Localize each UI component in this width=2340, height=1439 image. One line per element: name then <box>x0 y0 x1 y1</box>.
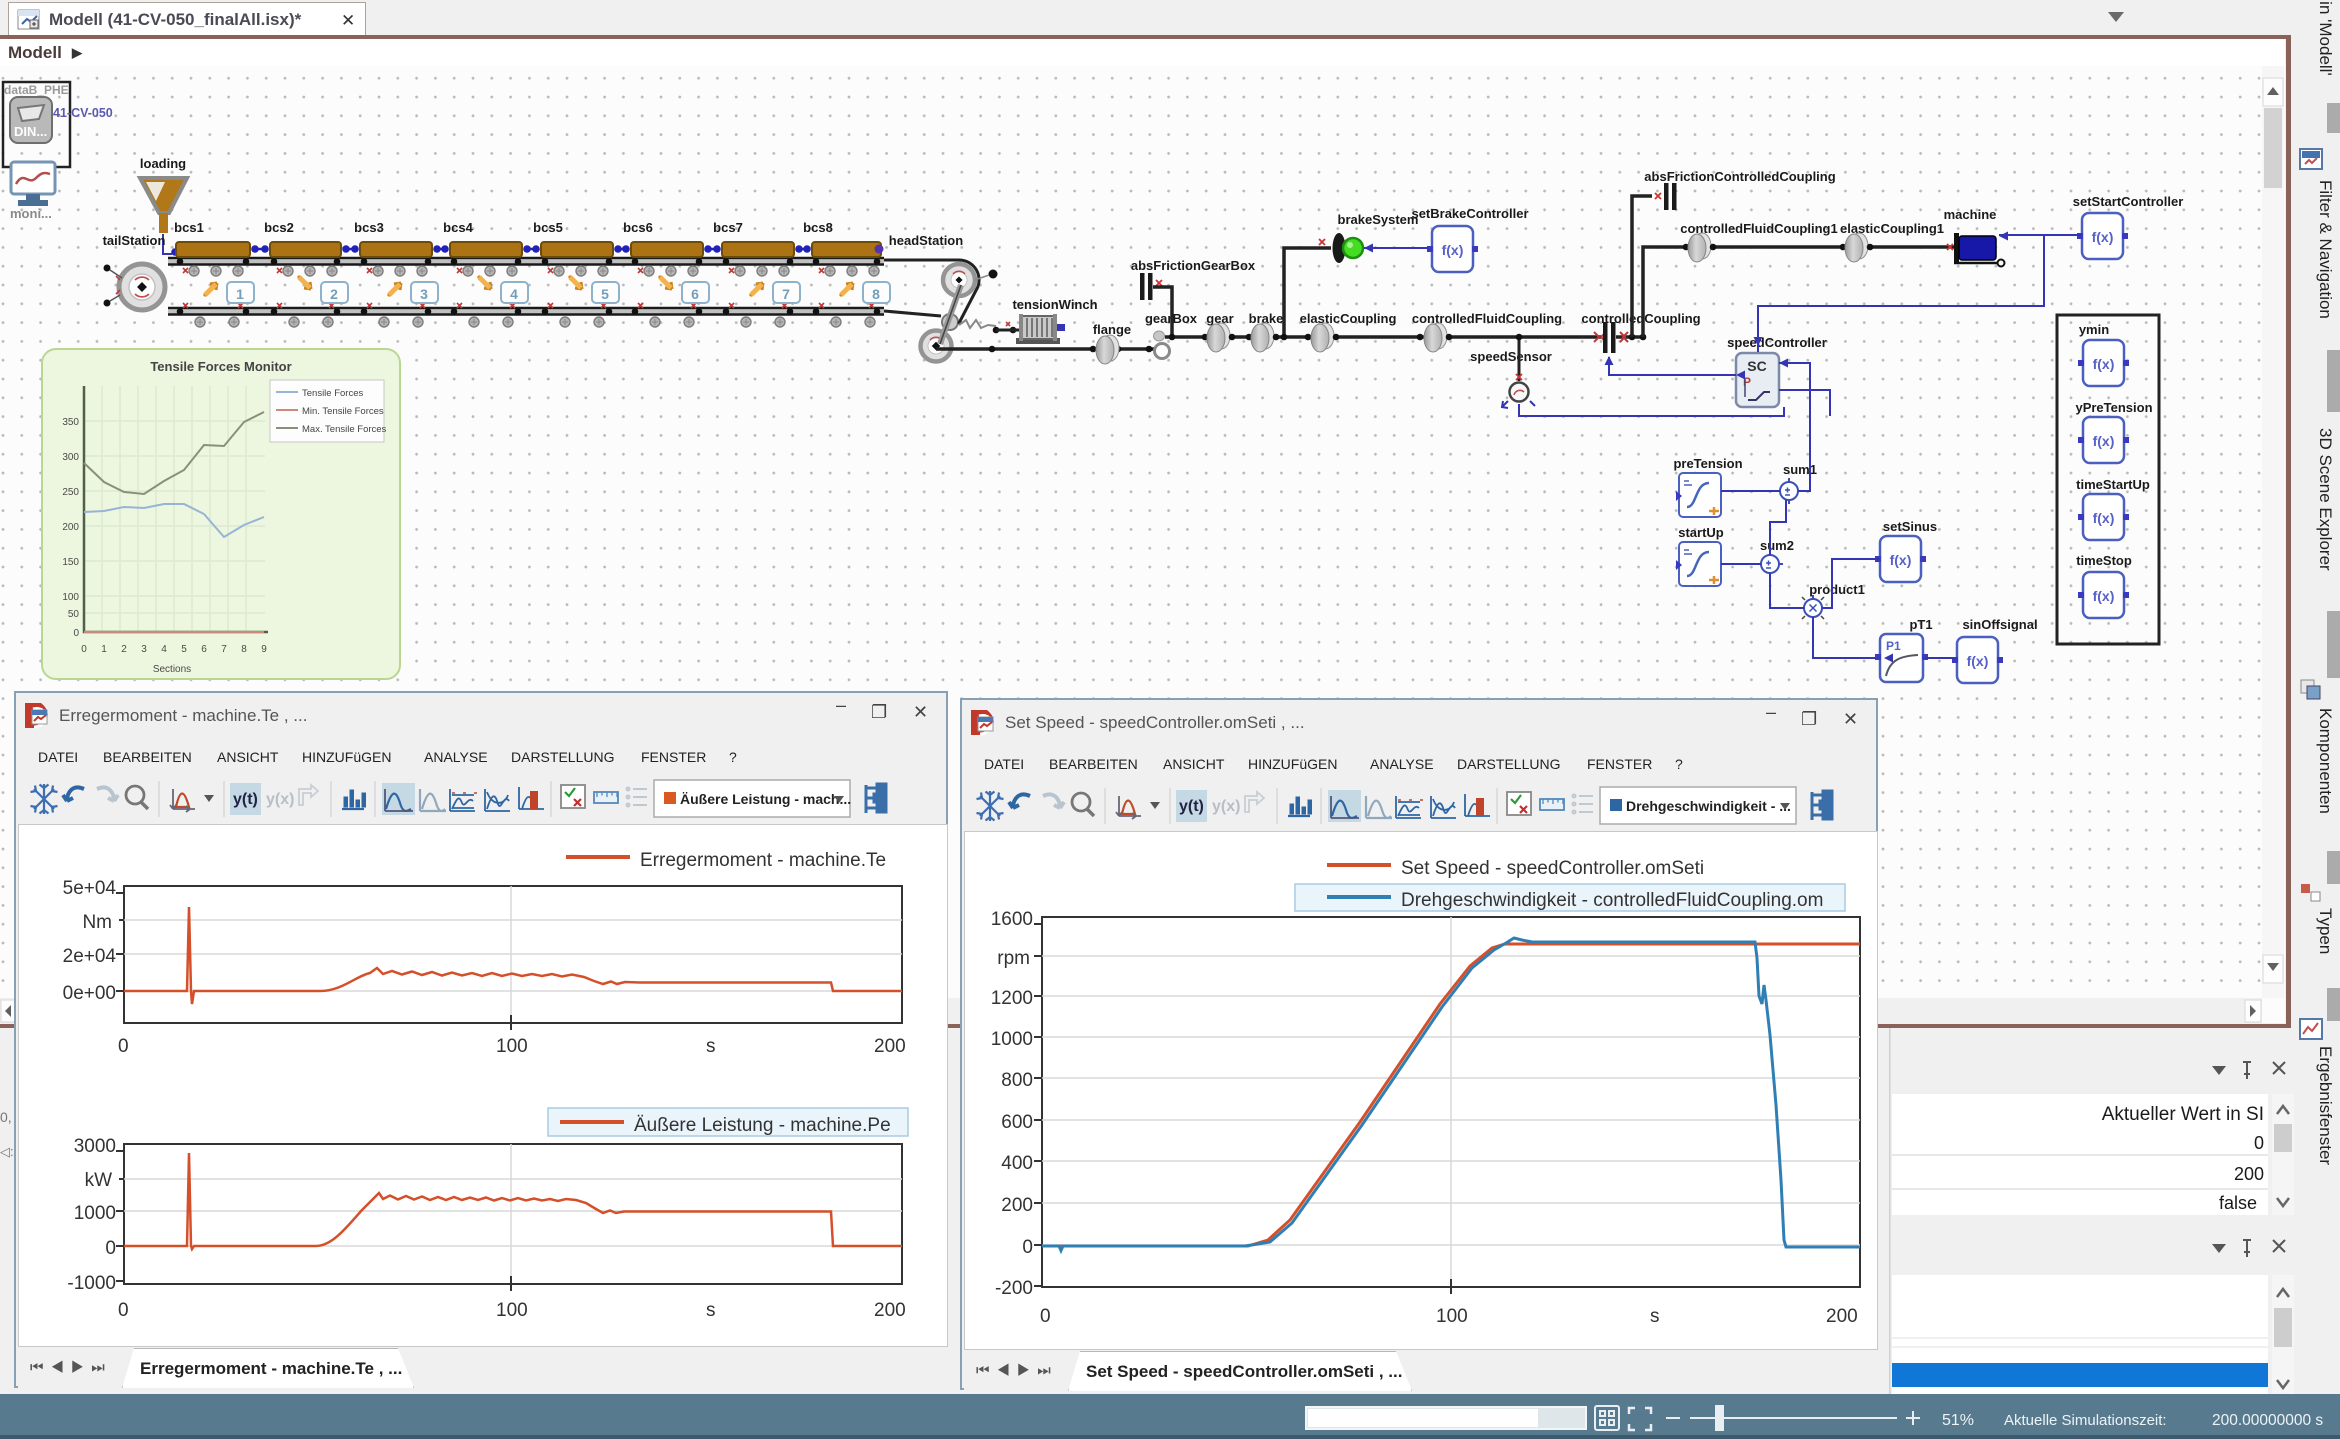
svg-text:2: 2 <box>121 644 127 655</box>
svg-text:bcs1: bcs1 <box>174 220 204 235</box>
svg-text:51%: 51% <box>1942 1412 1974 1429</box>
svg-text:DIN...: DIN... <box>14 124 47 139</box>
svg-text:ymin: ymin <box>2079 322 2109 337</box>
svg-text:absFrictionControlledCoupling: absFrictionControlledCoupling <box>1644 169 1835 184</box>
svg-text:speedController: speedController <box>1727 335 1827 350</box>
svg-text:moni...: moni... <box>10 206 52 221</box>
svg-text:sum1: sum1 <box>1783 462 1817 477</box>
svg-text:bcs5: bcs5 <box>533 220 563 235</box>
svg-text:Aktuelle Simulationszeit:: Aktuelle Simulationszeit: <box>2004 1412 2167 1429</box>
svg-text:200: 200 <box>62 522 79 533</box>
svg-text:Tensile Forces Monitor: Tensile Forces Monitor <box>150 359 291 374</box>
svg-text:timeStartUp: timeStartUp <box>2076 477 2150 492</box>
svg-text:controlledCoupling: controlledCoupling <box>1581 311 1700 326</box>
svg-text:loading: loading <box>140 156 186 171</box>
svg-text:0: 0 <box>73 628 79 639</box>
svg-text:bcs8: bcs8 <box>803 220 833 235</box>
svg-text:3: 3 <box>141 644 147 655</box>
svg-text:0: 0 <box>81 644 87 655</box>
svg-text:Max. Tensile Forces: Max. Tensile Forces <box>302 424 387 435</box>
svg-text:timeStop: timeStop <box>2076 553 2132 568</box>
svg-text:Aktueller Wert in SI: Aktueller Wert in SI <box>2102 1104 2264 1125</box>
svg-text:P1: P1 <box>1886 639 1901 653</box>
svg-text:SC: SC <box>1747 358 1766 374</box>
svg-text:◁:: ◁: <box>0 1144 14 1159</box>
svg-text:tailStation: tailStation <box>103 233 166 248</box>
svg-text:0,: 0, <box>0 1109 12 1125</box>
svg-text:8: 8 <box>241 644 247 655</box>
svg-text:false: false <box>2219 1193 2257 1213</box>
svg-text:preTension: preTension <box>1673 456 1742 471</box>
svg-text:9: 9 <box>261 644 267 655</box>
svg-text:Sections: Sections <box>153 664 191 675</box>
svg-text:pT1: pT1 <box>1909 617 1932 632</box>
svg-text:3: 3 <box>420 286 428 302</box>
svg-text:300: 300 <box>62 452 79 463</box>
svg-text:headStation: headStation <box>889 233 963 248</box>
svg-text:Drehgeschwindigkeit - ...: Drehgeschwindigkeit - ... <box>1626 798 1791 814</box>
svg-text:250: 250 <box>62 487 79 498</box>
svg-text:Äußere Leistung - mach...: Äußere Leistung - mach... <box>680 791 851 807</box>
svg-text:setStartController: setStartController <box>2073 194 2184 209</box>
svg-text:5: 5 <box>601 286 609 302</box>
svg-text:flange: flange <box>1093 322 1131 337</box>
svg-text:Min. Tensile Forces: Min. Tensile Forces <box>302 406 384 417</box>
svg-text:350: 350 <box>62 417 79 428</box>
svg-text:startUp: startUp <box>1678 525 1724 540</box>
svg-text:dataB_PHE: dataB_PHE <box>4 83 69 97</box>
svg-text:speedSensor: speedSensor <box>1470 349 1552 364</box>
svg-text:bcs2: bcs2 <box>264 220 294 235</box>
svg-text:4: 4 <box>161 644 167 655</box>
svg-text:4: 4 <box>510 286 518 302</box>
svg-text:2: 2 <box>330 286 338 302</box>
svg-text:100: 100 <box>62 592 79 603</box>
svg-text:setBrakeController: setBrakeController <box>1411 206 1528 221</box>
svg-text:product1: product1 <box>1809 582 1865 597</box>
svg-text:6: 6 <box>201 644 207 655</box>
svg-text:41-CV-050: 41-CV-050 <box>53 106 113 120</box>
svg-text:Tensile Forces: Tensile Forces <box>302 388 363 399</box>
svg-text:absFrictionGearBox: absFrictionGearBox <box>1131 258 1256 273</box>
svg-text:1: 1 <box>101 644 107 655</box>
svg-text:yPreTension: yPreTension <box>2075 400 2152 415</box>
svg-text:0: 0 <box>2254 1133 2264 1153</box>
svg-text:bcs6: bcs6 <box>623 220 653 235</box>
svg-text:50: 50 <box>68 609 80 620</box>
svg-text:tensionWinch: tensionWinch <box>1012 297 1097 312</box>
svg-text:bcs3: bcs3 <box>354 220 384 235</box>
svg-text:brakeSystem: brakeSystem <box>1338 212 1419 227</box>
svg-text:1: 1 <box>236 286 244 302</box>
svg-text:sum2: sum2 <box>1760 538 1794 553</box>
svg-text:200: 200 <box>2234 1164 2264 1184</box>
svg-text:7: 7 <box>782 286 790 302</box>
svg-text:sinOffsignal: sinOffsignal <box>1962 617 2037 632</box>
svg-text:elasticCoupling: elasticCoupling <box>1300 311 1397 326</box>
svg-text:6: 6 <box>691 286 699 302</box>
svg-text:machine: machine <box>1944 207 1997 222</box>
svg-text:7: 7 <box>221 644 227 655</box>
svg-text:8: 8 <box>872 286 880 302</box>
svg-text:bcs7: bcs7 <box>713 220 743 235</box>
svg-text:5: 5 <box>181 644 187 655</box>
svg-text:200.00000000 s: 200.00000000 s <box>2212 1412 2323 1429</box>
svg-text:setSinus: setSinus <box>1883 519 1937 534</box>
svg-text:bcs4: bcs4 <box>443 220 473 235</box>
svg-text:150: 150 <box>62 557 79 568</box>
